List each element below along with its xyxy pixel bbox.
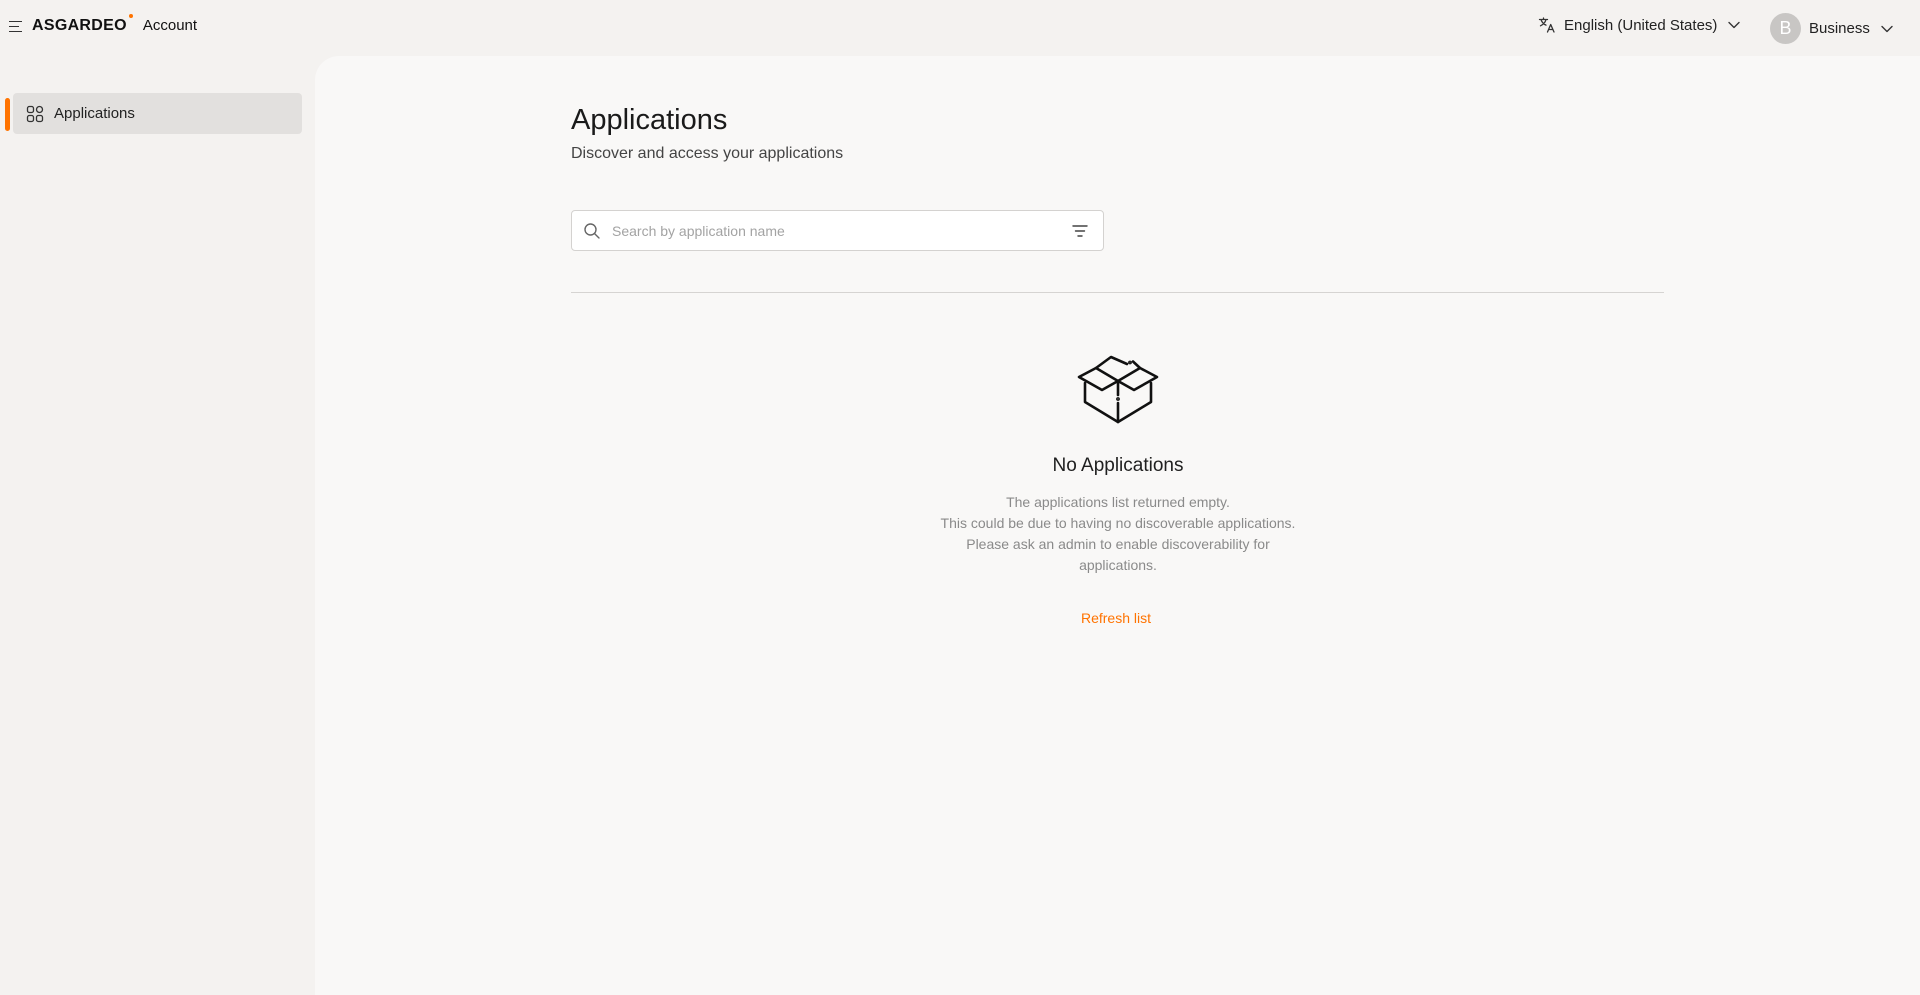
brand[interactable]: ASGARDEO Account	[32, 14, 198, 35]
sidebar-active-indicator	[5, 98, 10, 131]
empty-state-description-line: applications.	[1079, 557, 1157, 573]
search-input[interactable]	[610, 219, 1050, 243]
empty-state-description-line: Please ask an admin to enable discoverab…	[966, 536, 1270, 552]
empty-state-title: No Applications	[1052, 455, 1184, 476]
grid-apps-icon	[26, 105, 44, 122]
filter-icon[interactable]	[1072, 224, 1088, 238]
page-subtitle: Discover and access your applications	[571, 145, 844, 162]
search-icon	[584, 223, 600, 239]
sidebar: Applications	[0, 56, 315, 995]
refresh-list-button[interactable]: Refresh list	[1081, 610, 1151, 626]
language-label: English (United States)	[1564, 16, 1718, 34]
main-content: Applications Discover and access your ap…	[315, 56, 1920, 995]
user-name: Business	[1809, 20, 1870, 37]
hamburger-menu-icon[interactable]	[9, 21, 22, 33]
sidebar-item-applications[interactable]: Applications	[13, 93, 302, 134]
open-box-icon	[1077, 355, 1159, 424]
brand-logo: ASGARDEO	[32, 14, 133, 35]
logo-accent-dot	[128, 14, 133, 18]
empty-state: No Applications The applications list re…	[871, 351, 1365, 628]
language-selector[interactable]: English (United States)	[1538, 16, 1741, 34]
brand-product-name: Account	[142, 17, 198, 34]
chevron-down-icon	[1728, 21, 1741, 29]
search-bar	[571, 210, 1104, 251]
translate-icon	[1538, 17, 1555, 33]
empty-state-description-line: The applications list returned empty.	[1006, 494, 1230, 510]
top-header: ASGARDEO Account English (United States)…	[0, 0, 1920, 56]
empty-state-description: The applications list returned empty. Th…	[871, 492, 1365, 576]
sidebar-item-label: Applications	[54, 105, 135, 122]
user-menu[interactable]: B Business	[1770, 13, 1894, 44]
page-title: Applications	[571, 104, 728, 136]
avatar: B	[1770, 13, 1801, 44]
content-divider	[571, 292, 1664, 293]
empty-state-description-line: This could be due to having no discovera…	[940, 515, 1296, 531]
chevron-down-icon	[1881, 25, 1893, 32]
